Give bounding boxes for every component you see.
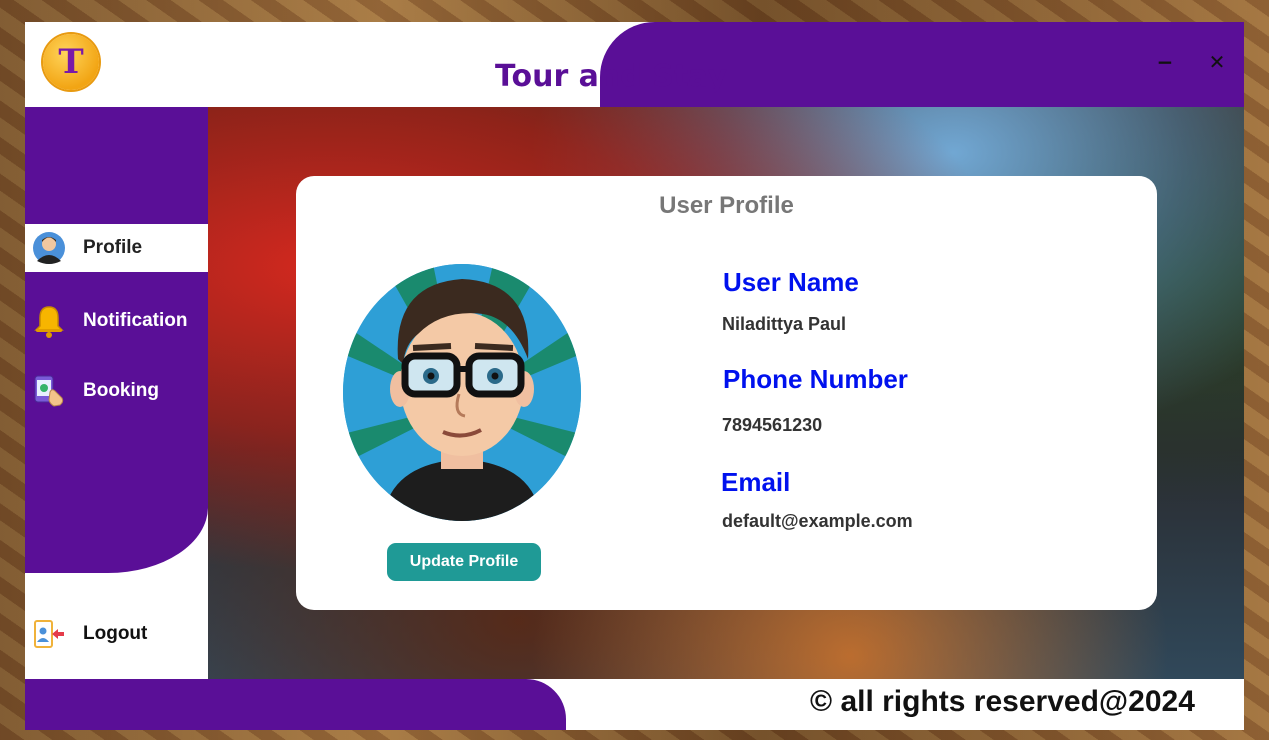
sidebar-item-booking[interactable]: Booking: [25, 367, 208, 415]
app-title-text: Tour and Stay: [495, 59, 728, 94]
sidebar-item-label: Notification: [83, 310, 188, 331]
logout-button[interactable]: Logout: [25, 609, 208, 659]
user-profile-card: User Profile Update Profile User Name Ni…: [296, 176, 1157, 610]
booking-tap-icon: [31, 373, 67, 409]
copyright-text: © all rights reserved@2024: [810, 685, 1195, 718]
username-label: User Name: [723, 267, 859, 297]
minimize-button[interactable]: −: [1153, 50, 1177, 74]
title-bar: T Tour and Stay − ✕: [25, 22, 1244, 107]
logout-label: Logout: [83, 623, 148, 644]
sidebar-item-label: Booking: [83, 380, 159, 401]
footer-accent: [25, 679, 566, 730]
sidebar-item-profile[interactable]: Profile: [25, 224, 208, 272]
card-title: User Profile: [659, 192, 794, 219]
logout-icon: [31, 616, 67, 652]
sidebar-item-label: Profile: [83, 237, 143, 258]
content-area: User Profile Update Profile User Name Ni…: [208, 107, 1244, 679]
phone-label: Phone Number: [723, 364, 908, 394]
email-value: default@example.com: [722, 511, 913, 531]
phone-value: 7894561230: [722, 415, 823, 435]
email-label: Email: [721, 467, 791, 497]
app-logo: T: [43, 34, 99, 90]
bell-icon: [31, 303, 67, 339]
app-title: Tour and Stay: [495, 52, 728, 102]
profile-avatar: [343, 264, 581, 521]
user-avatar-icon: [31, 230, 67, 266]
app-window: T Tour and Stay − ✕ Profile Notification…: [25, 22, 1244, 730]
username-value: Niladittya Paul: [722, 314, 847, 334]
sidebar-item-notification[interactable]: Notification: [25, 297, 208, 345]
footer: © all rights reserved@2024: [25, 679, 1244, 730]
update-profile-button[interactable]: Update Profile: [387, 543, 541, 581]
close-button[interactable]: ✕: [1205, 50, 1229, 74]
sidebar: Profile Notification Booking Logout: [25, 107, 208, 679]
